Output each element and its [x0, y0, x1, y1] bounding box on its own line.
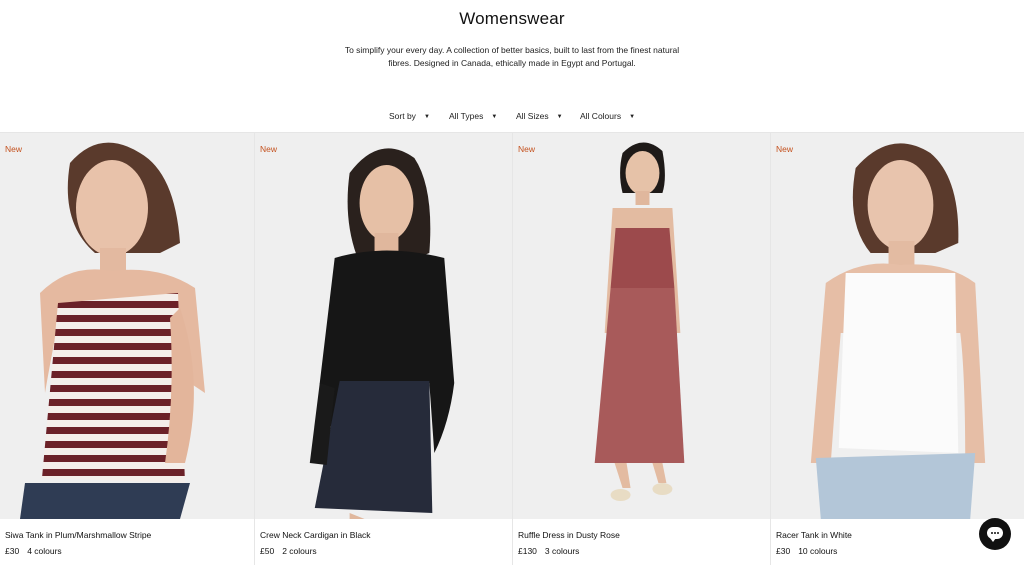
product-meta: £50 2 colours [260, 546, 317, 556]
product-photo-illustration [594, 142, 685, 501]
product-name[interactable]: Crew Neck Cardigan in Black [260, 530, 371, 540]
product-name[interactable]: Siwa Tank in Plum/Marshmallow Stripe [5, 530, 151, 540]
caret-down-icon: ▼ [556, 114, 563, 120]
product-meta: £30 4 colours [5, 546, 62, 556]
caret-down-icon: ▼ [423, 114, 430, 120]
collection-header: Womenswear To simplify your every day. A… [0, 0, 1024, 132]
product-photo-illustration [810, 143, 986, 519]
new-badge: New [776, 144, 794, 154]
product-name[interactable]: Racer Tank in White [776, 530, 852, 540]
colour-count[interactable]: 4 colours [27, 546, 62, 556]
chat-button[interactable] [979, 518, 1011, 550]
product-card[interactable]: New Crew Neck Cardigan in Black £50 2 col… [254, 133, 512, 565]
chat-bubble-icon [987, 527, 1003, 542]
product-image[interactable] [771, 133, 1024, 519]
page-title: Womenswear [459, 9, 565, 28]
colour-filter-label: All Colours [580, 111, 622, 121]
product-card[interactable]: New Racer Tank in White £30 10 colours [770, 133, 1024, 565]
product-price: £30 [5, 546, 20, 556]
product-price: £30 [776, 546, 791, 556]
page-description: To simplify your every day. A collection… [344, 45, 680, 68]
product-meta: £130 3 colours [518, 546, 579, 556]
colour-count[interactable]: 3 colours [545, 546, 580, 556]
new-badge: New [260, 144, 278, 154]
new-badge: New [5, 144, 23, 154]
sort-by-label: Sort by [389, 111, 416, 121]
caret-down-icon: ▼ [629, 114, 636, 120]
product-image[interactable] [255, 133, 512, 519]
product-image[interactable] [513, 133, 770, 519]
product-name[interactable]: Ruffle Dress in Dusty Rose [518, 530, 620, 540]
colour-filter-dropdown[interactable]: All Colours ▼ [580, 111, 635, 121]
size-filter-dropdown[interactable]: All Sizes ▼ [516, 111, 563, 121]
product-card[interactable]: New Siwa Tank in Plum/Marshmallow Stripe… [0, 133, 254, 565]
product-grid: New Siwa Tank in Plum/Marshmallow Stripe… [0, 132, 1024, 565]
type-filter-dropdown[interactable]: All Types ▼ [449, 111, 497, 121]
caret-down-icon: ▼ [491, 114, 498, 120]
new-badge: New [518, 144, 536, 154]
type-filter-label: All Types [449, 111, 484, 121]
size-filter-label: All Sizes [516, 111, 549, 121]
product-card[interactable]: New Ruffle Dress in Dusty Rose £130 3 col… [512, 133, 770, 565]
product-photo-illustration [309, 148, 455, 519]
colour-count[interactable]: 10 colours [798, 546, 837, 556]
product-image[interactable] [0, 133, 254, 519]
colour-count[interactable]: 2 colours [282, 546, 317, 556]
product-price: £130 [518, 546, 537, 556]
product-price: £50 [260, 546, 275, 556]
product-photo-illustration [20, 142, 205, 519]
sort-by-dropdown[interactable]: Sort by ▼ [389, 111, 430, 121]
filter-bar: Sort by ▼ All Types ▼ All Sizes ▼ All Colou… [0, 111, 1024, 125]
product-meta: £30 10 colours [776, 546, 837, 556]
